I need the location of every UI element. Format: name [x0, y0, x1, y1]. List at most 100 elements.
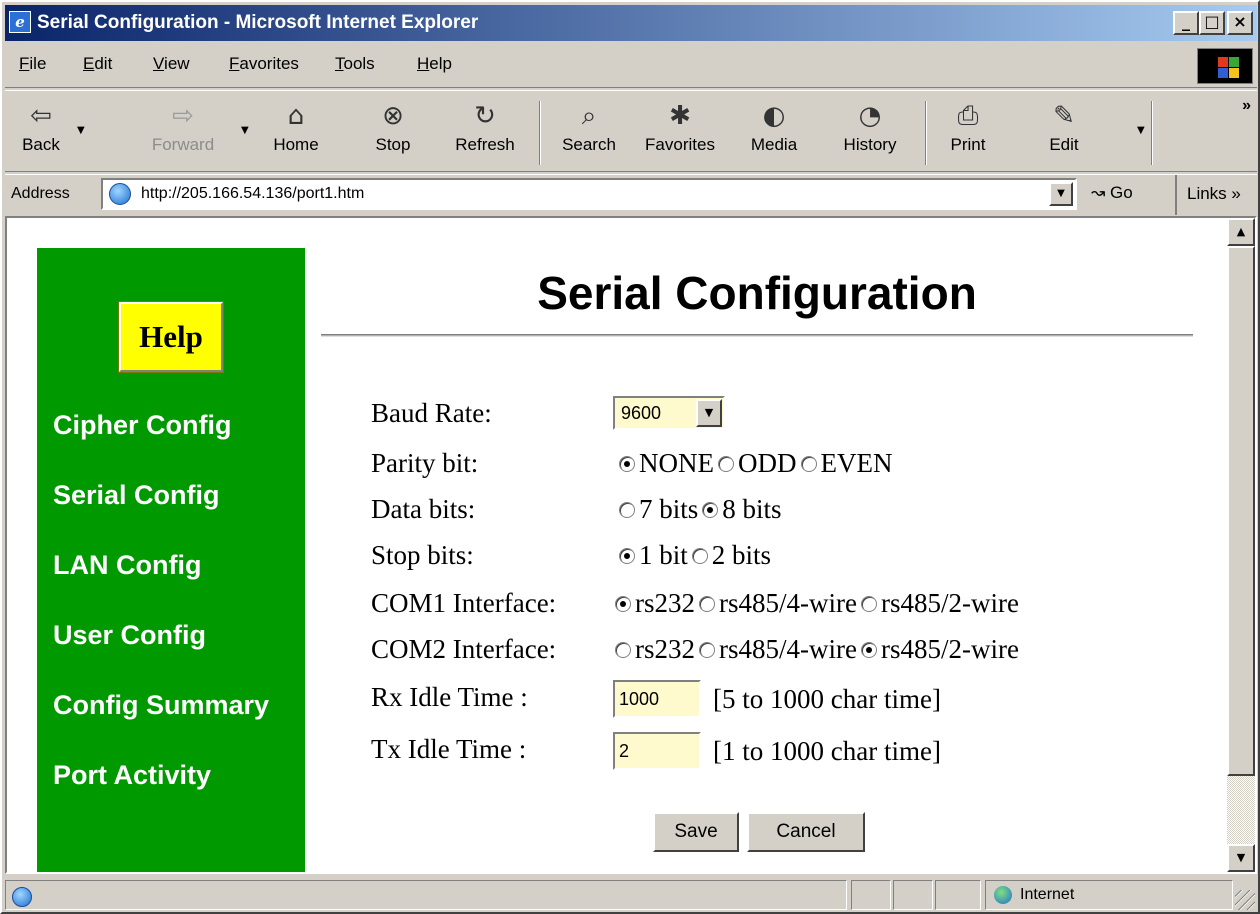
- toolbar-search-button[interactable]: ⌕ Search: [553, 95, 625, 169]
- tx-idle-time-input[interactable]: 2: [613, 732, 701, 770]
- status-panel: [935, 880, 981, 910]
- help-button[interactable]: Help: [118, 301, 224, 373]
- nav-lan-config[interactable]: LAN Config: [53, 550, 201, 581]
- radio-rs232[interactable]: [615, 595, 631, 612]
- rx-idle-time-label: Rx Idle Time :: [371, 682, 528, 712]
- toolbar-favorites-button[interactable]: ✱ Favorites: [633, 95, 727, 169]
- media-icon: ◐: [762, 101, 786, 131]
- toolbar-media-button[interactable]: ◐ Media: [741, 95, 807, 169]
- status-bar: Internet: [5, 878, 1257, 912]
- radio-7-bits[interactable]: [619, 501, 635, 518]
- address-url: http://205.166.54.136/port1.htm: [141, 185, 365, 202]
- menu-tools[interactable]: Tools: [335, 54, 375, 74]
- scroll-down-icon[interactable]: ▼: [1227, 844, 1255, 872]
- baud-rate-select[interactable]: 9600 ▼: [613, 396, 725, 430]
- edit-icon: ✎: [1053, 101, 1075, 131]
- save-button[interactable]: Save: [653, 812, 739, 852]
- toolbar-stop-button[interactable]: ⊗ Stop: [367, 95, 419, 169]
- nav-config-summary[interactable]: Config Summary: [53, 690, 269, 721]
- radio-label: rs232: [635, 588, 695, 618]
- menu-favorites[interactable]: Favorites: [229, 54, 299, 74]
- radio-label: rs485/2-wire: [880, 634, 1019, 664]
- toolbar-label: Forward: [151, 135, 215, 154]
- history-icon: ◔: [858, 101, 882, 131]
- radio-rs485-4-wire[interactable]: [699, 595, 715, 612]
- status-panel: [893, 880, 933, 910]
- toolbar-separator: [925, 101, 927, 165]
- tx-idle-time-hint: [1 to 1000 char time]: [713, 736, 941, 766]
- toolbar-forward-button[interactable]: ⇨ Forward: [135, 95, 231, 169]
- baud-rate-value: 9600: [621, 403, 662, 423]
- menu-edit[interactable]: Edit: [83, 54, 112, 74]
- toolbar-home-button[interactable]: ⌂ Home: [263, 95, 329, 169]
- toolbar-more-button[interactable]: »: [1242, 97, 1251, 115]
- tx-idle-time-label: Tx Idle Time :: [371, 734, 527, 764]
- go-label: Go: [1109, 183, 1133, 202]
- address-label: Address: [11, 185, 70, 202]
- com2-interface-label: COM2 Interface:: [371, 634, 557, 664]
- go-button[interactable]: ↝ Go: [1091, 183, 1133, 203]
- menu-bar: File Edit View Favorites Tools Help: [5, 44, 1257, 88]
- chevron-down-icon[interactable]: ▼: [696, 399, 722, 427]
- search-icon: ⌕: [581, 101, 597, 131]
- maximize-button[interactable]: □: [1199, 11, 1225, 35]
- back-dropdown-icon[interactable]: ▼: [77, 125, 85, 136]
- radio-label: rs232: [635, 634, 695, 664]
- home-icon: ⌂: [287, 101, 305, 131]
- scroll-up-icon[interactable]: ▲: [1227, 218, 1255, 246]
- menu-help[interactable]: Help: [417, 54, 452, 74]
- radio-2-bits[interactable]: [691, 547, 708, 564]
- toolbar-label: Search: [562, 135, 616, 154]
- radio-rs232[interactable]: [615, 641, 631, 658]
- radio-label: rs485/4-wire: [719, 588, 857, 618]
- internet-zone-icon: [994, 886, 1012, 904]
- data-bits-options: 7 bits 8 bits: [615, 494, 782, 525]
- status-panel: [851, 880, 891, 910]
- menu-file[interactable]: File: [19, 54, 46, 74]
- radio-8-bits[interactable]: [702, 501, 719, 518]
- toolbar-edit-button[interactable]: ✎ Edit: [1031, 95, 1097, 169]
- toolbar-refresh-button[interactable]: ↻ Refresh: [443, 95, 527, 169]
- toolbar-label: Favorites: [645, 135, 715, 154]
- radio-odd[interactable]: [718, 455, 734, 472]
- stop-bits-label: Stop bits:: [371, 540, 474, 570]
- links-button[interactable]: Links »: [1175, 175, 1241, 215]
- forward-dropdown-icon[interactable]: ▼: [241, 125, 249, 136]
- toolbar-label: Edit: [1049, 135, 1079, 154]
- radio-label: 7 bits: [639, 494, 699, 524]
- address-input[interactable]: http://205.166.54.136/port1.htm ▼: [101, 178, 1077, 210]
- title-bar[interactable]: e Serial Configuration - Microsoft Inter…: [5, 5, 1257, 41]
- radio-none[interactable]: [619, 455, 635, 472]
- toolbar-print-button[interactable]: ⎙ Print: [935, 95, 1001, 169]
- cancel-button[interactable]: Cancel: [747, 812, 865, 852]
- minimize-button[interactable]: _: [1173, 11, 1199, 35]
- nav-user-config[interactable]: User Config: [53, 620, 206, 651]
- menu-view[interactable]: View: [153, 54, 190, 74]
- radio-label: rs485/2-wire: [880, 588, 1019, 618]
- scrollbar-thumb[interactable]: [1227, 246, 1255, 776]
- radio-rs485-2-wire[interactable]: [860, 641, 877, 658]
- nav-port-activity[interactable]: Port Activity: [53, 760, 211, 791]
- nav-serial-config[interactable]: Serial Config: [53, 480, 220, 511]
- radio-even[interactable]: [800, 455, 817, 472]
- toolbar-label: Back: [22, 135, 60, 154]
- radio-rs485-2-wire[interactable]: [860, 595, 877, 612]
- toolbar-back-button[interactable]: ⇦ Back: [11, 95, 71, 169]
- ie-page-icon: [12, 887, 32, 907]
- toolbar-history-button[interactable]: ◔ History: [831, 95, 909, 169]
- toolbar-label: Print: [950, 135, 986, 154]
- toolbar-label: History: [843, 135, 897, 154]
- divider: [321, 334, 1193, 337]
- rx-idle-time-input[interactable]: 1000: [613, 680, 701, 718]
- resize-grip[interactable]: [1235, 890, 1255, 910]
- edit-dropdown-icon[interactable]: ▼: [1137, 125, 1145, 136]
- close-button[interactable]: ×: [1227, 11, 1253, 35]
- toolbar-separator: [1151, 101, 1153, 165]
- address-dropdown-button[interactable]: ▼: [1049, 182, 1073, 206]
- radio-1-bit[interactable]: [619, 547, 635, 564]
- nav-cipher-config[interactable]: Cipher Config: [53, 410, 231, 441]
- page-title: Serial Configuration: [537, 267, 977, 319]
- radio-rs485-4-wire[interactable]: [699, 641, 715, 658]
- stop-icon: ⊗: [382, 101, 404, 131]
- vertical-scrollbar[interactable]: ▲ ▼: [1227, 218, 1255, 872]
